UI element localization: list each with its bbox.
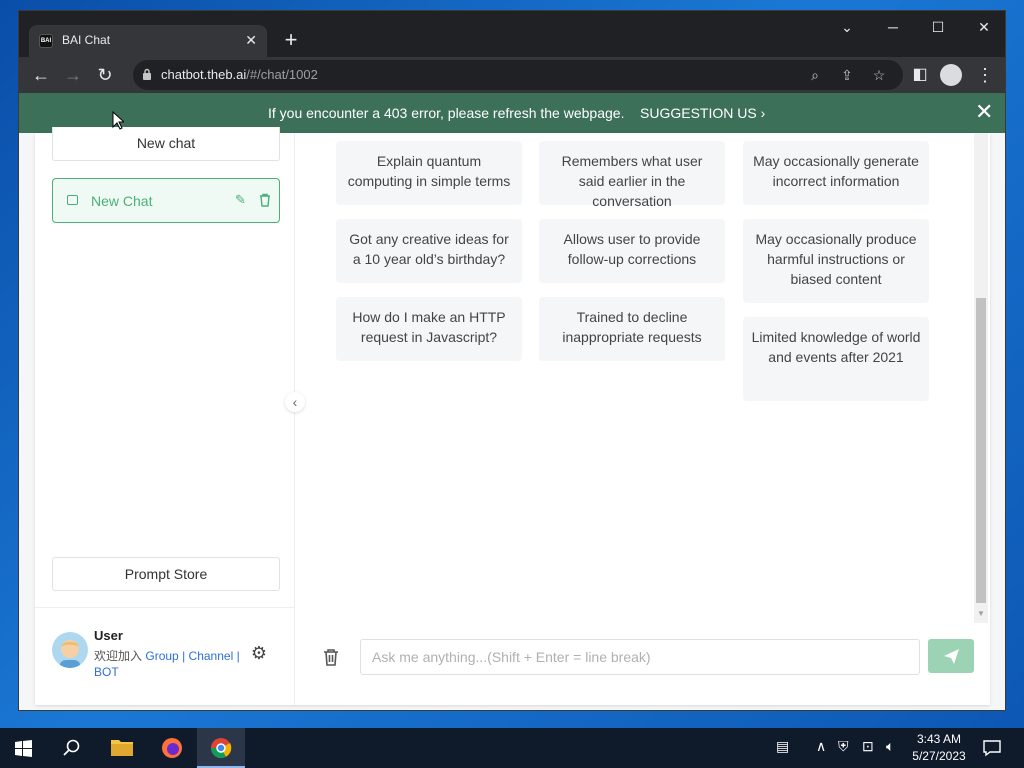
web-page: If you encounter a 403 error, please ref… <box>19 93 1005 710</box>
user-panel: User 欢迎加入 Group | Channel | BOT ⚙ <box>35 607 295 705</box>
bookmark-star-icon[interactable]: ☆ <box>868 64 890 86</box>
taskbar: ▤ ∧ ⛨ ⊡ 🔈︎ 3:43 AM 5/27/2023 <box>0 728 1024 768</box>
security-icon[interactable]: ⛨ <box>838 738 849 755</box>
limitation-item: May occasionally generate incorrect info… <box>743 141 929 205</box>
network-icon[interactable]: ⊡ <box>862 738 874 755</box>
chrome-taskbar-icon[interactable] <box>197 728 245 768</box>
close-window-icon[interactable]: ✕ <box>961 11 1005 43</box>
limitation-item: May occasionally produce harmful instruc… <box>743 219 929 303</box>
delete-icon[interactable] <box>258 192 272 208</box>
suggestion-label: SUGGESTION US <box>640 105 757 121</box>
tab-search-icon[interactable]: ⌄ <box>824 11 870 43</box>
chat-app: New chat New Chat ✎ Prompt Store User 欢迎… <box>35 127 990 705</box>
back-icon[interactable]: ← <box>27 61 55 89</box>
settings-gear-icon[interactable]: ⚙ <box>249 643 269 663</box>
chat-bubble-icon <box>67 195 78 205</box>
lock-icon <box>143 68 151 80</box>
send-button[interactable] <box>928 639 974 673</box>
file-explorer-icon[interactable] <box>98 728 146 768</box>
user-name: User <box>94 628 123 643</box>
capability-item: Trained to decline inappropriate request… <box>539 297 725 361</box>
suggestion-link[interactable]: SUGGESTION US › <box>640 105 765 121</box>
profile-avatar-icon[interactable] <box>940 64 962 86</box>
link-separator: | <box>236 649 240 663</box>
group-link[interactable]: Group <box>145 649 178 663</box>
tab-title: BAI Chat <box>62 33 111 47</box>
banner-close-icon[interactable]: ✕ <box>975 101 993 123</box>
menu-kebab-icon[interactable]: ⋮ <box>971 61 999 89</box>
tab-favicon: BAI <box>39 34 53 48</box>
message-input[interactable]: Ask me anything...(Shift + Enter = line … <box>360 639 920 675</box>
url-text: chatbot.theb.ai/#/chat/1002 <box>161 67 318 82</box>
browser-toolbar: ← → ↻ chatbot.theb.ai/#/chat/1002 ⌕ ⇪ ☆ … <box>19 57 1005 93</box>
bot-link[interactable]: BOT <box>94 665 119 679</box>
join-text: 欢迎加入 <box>94 649 143 663</box>
zoom-search-icon[interactable]: ⌕ <box>804 64 826 86</box>
new-chat-button[interactable]: New chat <box>52 127 280 161</box>
firefox-icon[interactable] <box>148 728 196 768</box>
tab-close-icon[interactable]: ✕ <box>245 32 257 49</box>
browser-tab[interactable]: BAI BAI Chat ✕ <box>29 25 267 57</box>
url-host: chatbot.theb.ai <box>161 67 247 82</box>
banner-message: If you encounter a 403 error, please ref… <box>268 105 625 121</box>
show-hidden-icons-icon[interactable]: ∧ <box>816 738 826 755</box>
address-bar[interactable]: chatbot.theb.ai/#/chat/1002 ⌕ ⇪ ☆ <box>133 60 903 90</box>
scrollbar-thumb[interactable] <box>976 298 986 603</box>
channel-link[interactable]: Channel <box>189 649 234 663</box>
url-path: /#/chat/1002 <box>246 67 318 82</box>
scroll-down-icon[interactable]: ▼ <box>977 609 985 618</box>
news-widget-icon[interactable]: ▤ <box>776 738 789 755</box>
community-links: 欢迎加入 Group | Channel | BOT <box>94 648 252 680</box>
example-prompt[interactable]: Explain quantum computing in simple term… <box>336 141 522 205</box>
reload-icon[interactable]: ↻ <box>91 61 119 89</box>
sidebar: New chat New Chat ✎ Prompt Store User 欢迎… <box>35 127 295 705</box>
send-icon <box>944 649 959 664</box>
volume-muted-icon[interactable]: 🔈︎ <box>886 738 894 755</box>
link-separator: | <box>182 649 186 663</box>
mouse-cursor-icon <box>112 111 124 130</box>
clock[interactable]: 3:43 AM 5/27/2023 <box>912 731 966 765</box>
capability-item: Remembers what user said earlier in the … <box>539 141 725 209</box>
chat-item-label: New Chat <box>91 193 153 209</box>
clear-chat-icon[interactable] <box>320 646 342 668</box>
prompt-store-button[interactable]: Prompt Store <box>52 557 280 591</box>
tab-strip: BAI BAI Chat ✕ + ⌄ ─ ☐ ✕ <box>19 11 1005 57</box>
user-avatar <box>52 632 88 668</box>
clock-date: 5/27/2023 <box>912 749 966 763</box>
share-icon[interactable]: ⇪ <box>836 64 858 86</box>
example-prompt[interactable]: How do I make an HTTP request in Javascr… <box>336 297 522 361</box>
limitation-item: Limited knowledge of world and events af… <box>743 317 929 401</box>
chat-main: Explain quantum computing in simple term… <box>296 133 990 705</box>
new-tab-icon[interactable]: + <box>277 27 305 55</box>
scrollbar[interactable]: ▼ <box>974 133 988 623</box>
notification-icon[interactable] <box>983 739 1001 757</box>
maximize-icon[interactable]: ☐ <box>915 11 961 43</box>
chat-item[interactable]: New Chat ✎ <box>52 178 280 223</box>
search-icon[interactable] <box>63 739 81 757</box>
windows-start-icon[interactable] <box>15 740 32 757</box>
edit-icon[interactable]: ✎ <box>235 192 249 208</box>
side-panel-icon[interactable]: ◧ <box>906 61 934 89</box>
browser-window: BAI BAI Chat ✕ + ⌄ ─ ☐ ✕ ← → ↻ chatbot.t… <box>18 10 1006 711</box>
example-prompt[interactable]: Got any creative ideas for a 10 year old… <box>336 219 522 283</box>
clock-time: 3:43 AM <box>916 732 962 746</box>
minimize-icon[interactable]: ─ <box>870 11 916 43</box>
capability-item: Allows user to provide follow-up correct… <box>539 219 725 283</box>
forward-icon[interactable]: → <box>59 61 87 89</box>
